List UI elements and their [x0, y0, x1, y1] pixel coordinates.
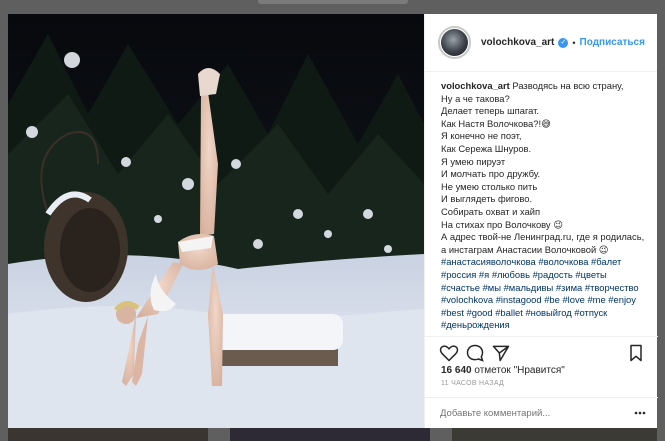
action-bar [425, 336, 658, 362]
bookmark-icon[interactable] [626, 343, 646, 363]
comment-bar [425, 397, 658, 428]
comment-icon[interactable] [465, 343, 485, 363]
post-caption: volochkova_art Разводясь на всю страну, … [441, 80, 646, 334]
caption-hashtags[interactable]: #анастасияволочкова #волочкова #балет #р… [441, 256, 639, 330]
comment-input[interactable] [440, 406, 620, 420]
background-thumbnail[interactable] [8, 428, 208, 441]
post-sidebar: volochkova_art ✓ • Подписаться volochkov… [424, 14, 658, 428]
caption-text: Разводясь на всю страну, Ну а че такова?… [441, 80, 645, 255]
follow-button[interactable]: Подписаться [580, 37, 645, 48]
avatar[interactable] [438, 26, 471, 59]
more-options-icon[interactable] [634, 408, 646, 418]
background-thumbnail[interactable] [230, 428, 430, 441]
background-thumbnail[interactable] [452, 428, 657, 441]
post-modal: volochkova_art ✓ • Подписаться volochkov… [8, 14, 658, 428]
heart-icon[interactable] [439, 343, 459, 363]
caption-username-link[interactable]: volochkova_art [441, 80, 510, 91]
likes-number: 16 640 [441, 365, 472, 376]
likes-label: отметок "Нравится" [471, 365, 565, 376]
post-header: volochkova_art ✓ • Подписаться [425, 14, 657, 72]
username-link[interactable]: volochkova_art [481, 37, 554, 48]
post-timestamp[interactable]: 11 ЧАСОВ НАЗАД [441, 380, 504, 387]
verified-badge-icon: ✓ [558, 37, 569, 48]
likes-count[interactable]: 16 640 отметок "Нравится" [441, 365, 565, 376]
share-icon[interactable] [491, 343, 511, 363]
avatar-image [441, 29, 468, 56]
header-separator: • [572, 37, 576, 48]
photo-illustration [8, 14, 424, 428]
search-bar-peek [258, 0, 408, 4]
post-photo[interactable] [8, 14, 424, 428]
